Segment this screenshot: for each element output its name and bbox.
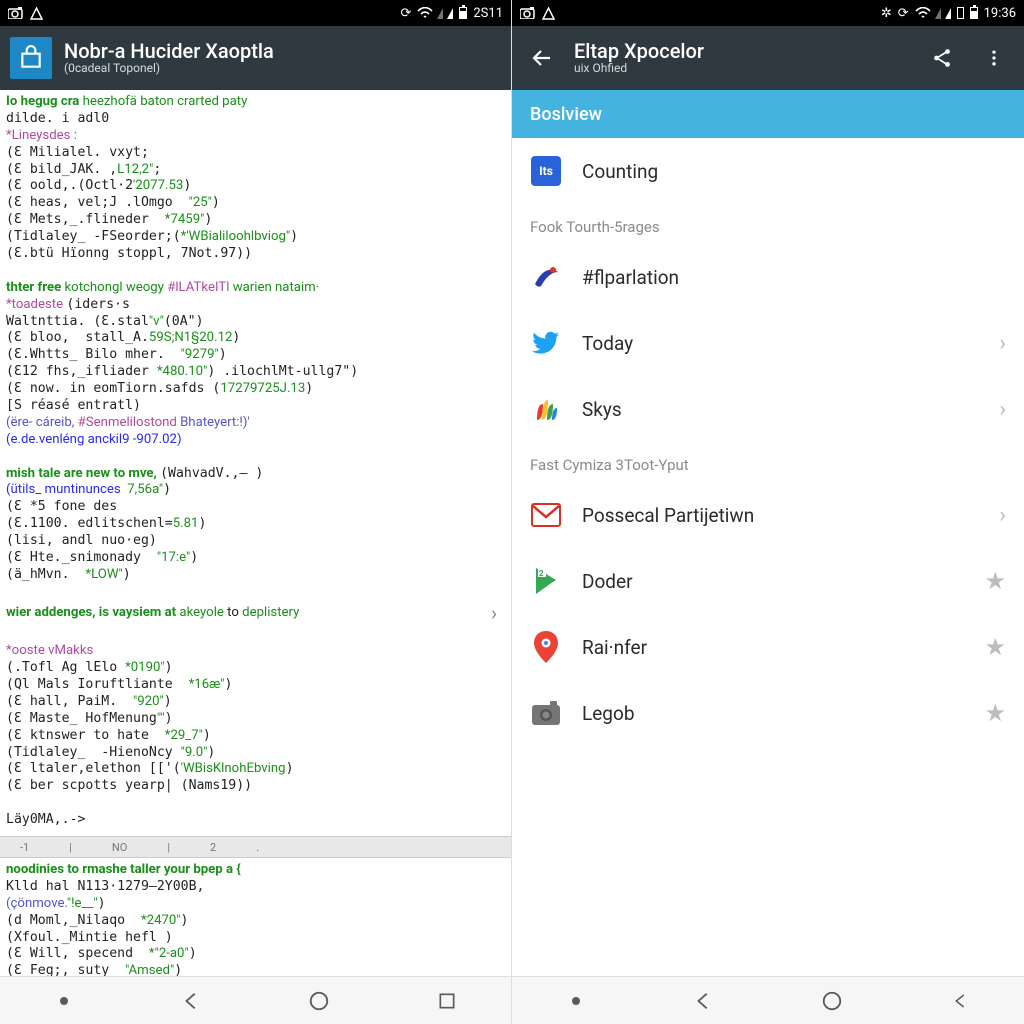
signal-icon	[935, 8, 941, 19]
right-phone-pane: ✲ ⟳ 19:36 Eltap Xpocelor uix Ohfied Bosl…	[512, 0, 1024, 1024]
camera-icon	[520, 7, 536, 19]
list-item-label: Legob	[582, 702, 964, 725]
app-logo-icon[interactable]	[10, 37, 52, 79]
list-item[interactable]: Today ›	[512, 310, 1024, 376]
back-button[interactable]	[522, 38, 562, 78]
list-item-label: Rai·nfer	[582, 636, 964, 659]
list-item[interactable]: Its Counting	[512, 138, 1024, 204]
list-item[interactable]: Possecal Partijetiwn ›	[512, 482, 1024, 548]
list-item[interactable]: Rai·nfer ★	[512, 614, 1024, 680]
chevron-right-icon: ›	[999, 503, 1006, 528]
list-item-label: Possecal Partijetiwn	[582, 504, 979, 527]
nav-recent-icon[interactable]	[945, 986, 975, 1016]
section-header: Fast Cymiza 3Toot-Yput	[512, 442, 1024, 482]
app-subtitle: uix Ohfied	[574, 62, 704, 75]
chevron-right-icon: ›	[999, 397, 1006, 422]
maps-icon	[530, 631, 562, 663]
code-viewer-bottom[interactable]: noodinies to rmashe taller your bpep a {…	[0, 858, 511, 976]
vline-icon	[957, 7, 964, 19]
left-phone-pane: ⟳ 2S11 Nobr-a Hucider Xaoptla (0cadeal T…	[0, 0, 512, 1024]
triangle-icon	[542, 7, 555, 20]
sync-icon: ⟳	[400, 6, 411, 21]
list-item-label: Doder	[582, 570, 964, 593]
list-item-label: Counting	[582, 160, 1006, 183]
app-subtitle: (0cadeal Toponel)	[64, 62, 274, 75]
nav-back-icon[interactable]	[177, 986, 207, 1016]
nav-home-icon[interactable]	[304, 986, 334, 1016]
svg-text:2: 2	[539, 569, 544, 578]
nav-dot[interactable]	[49, 986, 79, 1016]
section-header: Fook Tourth-5rages	[512, 204, 1024, 244]
status-time: 2S11	[473, 6, 503, 21]
overflow-icon[interactable]	[974, 38, 1014, 78]
code-viewer[interactable]: Io hegug cra heezhofä baton crarted paty…	[0, 90, 511, 836]
status-time: 19:36	[984, 6, 1016, 21]
gmail-icon	[530, 499, 562, 531]
chevron-right-icon: ›	[999, 331, 1006, 356]
app-title: Eltap Xpocelor	[574, 40, 704, 62]
app-bar: Eltap Xpocelor uix Ohfied	[512, 26, 1024, 90]
star-icon[interactable]: ★	[984, 567, 1006, 595]
camera-icon	[530, 697, 562, 729]
rainbow-icon	[530, 393, 562, 425]
twitter-icon	[530, 327, 562, 359]
star-icon[interactable]: ★	[984, 633, 1006, 661]
tab-label: Boslview	[530, 104, 602, 125]
wifi-icon	[915, 7, 931, 19]
status-bar: ⟳ 2S11	[0, 0, 511, 26]
app-bar: Nobr-a Hucider Xaoptla (0cadeal Toponel)	[0, 26, 511, 90]
nav-dot[interactable]	[561, 986, 591, 1016]
app-list[interactable]: Its CountingFook Tourth-5rages #flparlat…	[512, 138, 1024, 976]
triangle-icon	[30, 7, 43, 20]
status-bar: ✲ ⟳ 19:36	[512, 0, 1024, 26]
ruler-bar: -1|NO|2.	[0, 836, 511, 858]
its-icon: Its	[530, 155, 562, 187]
share-icon[interactable]	[922, 38, 962, 78]
play-icon: 2	[530, 565, 562, 597]
nav-back-icon[interactable]	[689, 986, 719, 1016]
battery-icon	[970, 7, 978, 19]
list-item[interactable]: 2 Doder ★	[512, 548, 1024, 614]
wifi-icon	[417, 7, 433, 19]
list-item-label: Today	[582, 332, 979, 355]
list-item[interactable]: #flparlation	[512, 244, 1024, 310]
list-item[interactable]: Legob ★	[512, 680, 1024, 746]
star-icon[interactable]: ★	[984, 699, 1006, 727]
signal-icon	[437, 8, 443, 19]
nav-bar	[512, 976, 1024, 1024]
list-item-label: #flparlation	[582, 266, 1006, 289]
tab-bar[interactable]: Boslview	[512, 90, 1024, 138]
nav-home-icon[interactable]	[817, 986, 847, 1016]
sync-icon: ⟳	[898, 6, 909, 21]
swoosh-icon	[530, 261, 562, 293]
list-item-label: Skys	[582, 398, 979, 421]
bt-icon: ✲	[881, 6, 892, 21]
camera-icon	[8, 7, 24, 19]
signal-icon-2	[447, 8, 453, 19]
battery-icon	[459, 7, 467, 19]
app-title: Nobr-a Hucider Xaoptla	[64, 40, 274, 62]
list-item[interactable]: Skys ›	[512, 376, 1024, 442]
nav-recent-icon[interactable]	[432, 986, 462, 1016]
signal-icon-2	[945, 8, 951, 19]
nav-bar	[0, 976, 511, 1024]
